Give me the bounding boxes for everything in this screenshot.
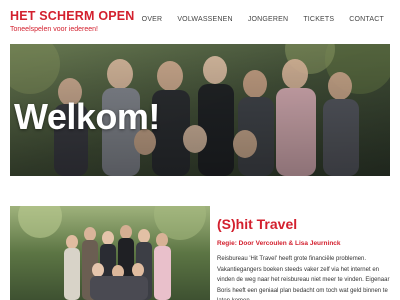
logo-title[interactable]: HET SCHERM OPEN	[10, 9, 135, 23]
site-logo[interactable]: HET SCHERM OPEN Toneelspelen voor iedere…	[10, 9, 135, 35]
show-title[interactable]: (S)hit Travel	[217, 216, 392, 233]
show-section: (S)hit Travel Regie: Door Vercoulen & Li…	[10, 206, 390, 300]
main-nav: OVER VOLWASSENEN JONGEREN TICKETS CONTAC…	[142, 16, 384, 23]
nav-item-jongeren[interactable]: JONGEREN	[248, 16, 289, 23]
nav-item-volwassenen[interactable]: VOLWASSENEN	[177, 16, 233, 23]
hero-banner: Welkom!	[10, 44, 390, 176]
nav-item-tickets[interactable]: TICKETS	[303, 16, 334, 23]
show-info: (S)hit Travel Regie: Door Vercoulen & Li…	[217, 216, 392, 300]
nav-item-over[interactable]: OVER	[142, 16, 163, 23]
nav-item-contact[interactable]: CONTACT	[349, 16, 384, 23]
hero-title: Welkom!	[14, 96, 160, 138]
show-credits: Regie: Door Vercoulen & Lisa Jeurninck	[217, 239, 392, 248]
logo-tagline: Toneelspelen voor iedereen!	[10, 25, 135, 35]
show-cast-photo	[10, 206, 210, 300]
site-header: HET SCHERM OPEN Toneelspelen voor iedere…	[0, 0, 400, 44]
cast-photo-image	[10, 206, 210, 300]
show-description: Reisbureau 'Hit Travel' heeft grote fina…	[217, 254, 392, 300]
